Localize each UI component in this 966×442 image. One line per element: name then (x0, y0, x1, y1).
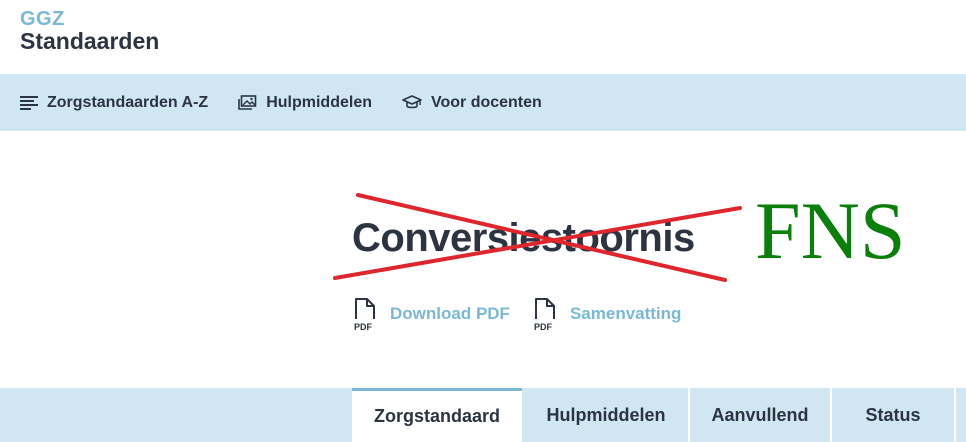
nav-item-voor-docenten[interactable]: Voor docenten (402, 94, 542, 112)
nav-label: Zorgstandaarden A-Z (47, 93, 209, 111)
pdf-file-icon: PDF (354, 298, 375, 331)
logo-standaarden-text: Standaarden (20, 28, 160, 54)
content-tabs: Zorgstandaard Hulpmiddelen Aanvullend St… (0, 388, 966, 442)
samenvatting-link[interactable]: PDF Samenvatting (532, 297, 681, 331)
tab-aanvullend[interactable]: Aanvullend (690, 388, 830, 442)
strikethrough-cross-annotation (333, 193, 742, 282)
title-area: Conversiestoornis (330, 190, 750, 290)
download-pdf-link[interactable]: PDF Download PDF (352, 297, 510, 331)
logo-ggz-text: GGZ (20, 8, 65, 30)
images-icon (238, 95, 257, 110)
pdf-icon-text: PDF (534, 322, 553, 331)
main-navigation: Zorgstandaarden A-Z Hulpmiddelen Voor do… (0, 74, 966, 131)
nav-item-hulpmiddelen[interactable]: Hulpmiddelen (238, 94, 372, 112)
tab-status[interactable]: Status (832, 388, 954, 442)
samenvatting-label: Samenvatting (569, 304, 682, 323)
tab-divider (954, 388, 956, 442)
graduation-cap-icon (402, 95, 422, 109)
site-logo[interactable]: GGZ Standaarden (20, 9, 159, 53)
list-icon (20, 95, 38, 110)
nav-label: Voor docenten (430, 93, 542, 111)
download-links: PDF Download PDF PDF Samenvatting (352, 297, 703, 331)
nav-item-zorgstandaarden[interactable]: Zorgstandaarden A-Z (20, 94, 208, 112)
tab-zorgstandaard[interactable]: Zorgstandaard (352, 388, 522, 442)
pdf-icon-text: PDF (354, 322, 373, 331)
tab-hulpmiddelen[interactable]: Hulpmiddelen (524, 388, 688, 442)
fns-annotation: FNS (755, 185, 906, 276)
pdf-file-icon: PDF (534, 298, 555, 331)
download-pdf-label: Download PDF (390, 304, 510, 323)
nav-label: Hulpmiddelen (266, 93, 372, 111)
